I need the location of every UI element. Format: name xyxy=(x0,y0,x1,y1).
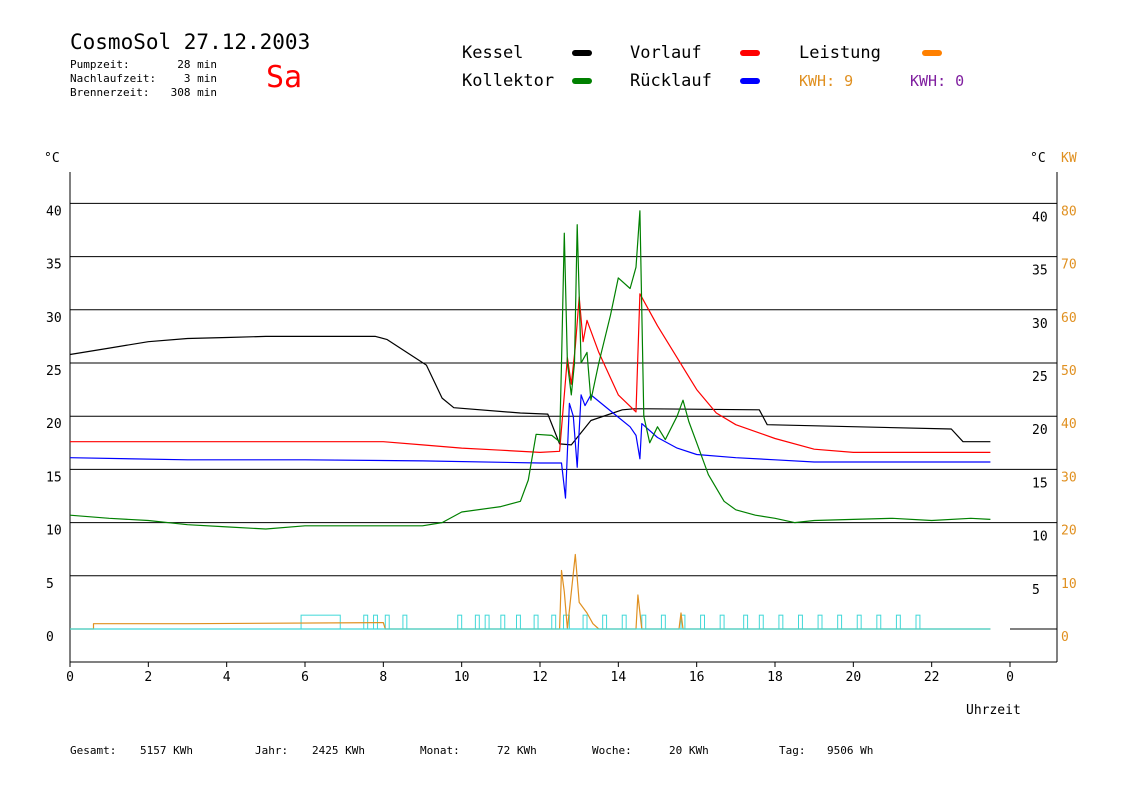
x-tick-label: 8 xyxy=(379,670,387,685)
x-tick-label: 22 xyxy=(924,670,940,685)
y-tick-right-celsius: 20 xyxy=(1032,423,1048,438)
y-tick-right-celsius: 5 xyxy=(1032,583,1040,598)
pump-period-marker xyxy=(363,614,369,630)
x-tick-label: 4 xyxy=(223,670,231,685)
x-tick-label: 6 xyxy=(301,670,309,685)
footer-week-value: 20 KWh xyxy=(669,744,709,757)
y-tick-right-kw: 70 xyxy=(1061,258,1077,273)
y-tick-left: 0 xyxy=(46,630,54,645)
temperature-chart: °C °C KW0510152025303540510152025303540010… xyxy=(44,151,1077,718)
pump-period-marker xyxy=(876,614,882,630)
x-tick-label: 16 xyxy=(689,670,705,685)
pump-period-marker xyxy=(384,614,390,630)
pump-period-marker xyxy=(641,614,647,630)
pump-period-marker xyxy=(895,614,901,630)
pump-period-marker xyxy=(533,614,539,630)
pump-period-marker xyxy=(758,614,764,630)
series-line-leistung xyxy=(70,553,991,630)
y-tick-right-kw: 20 xyxy=(1061,524,1077,539)
x-tick-label: 0 xyxy=(66,670,74,685)
pump-period-marker xyxy=(300,614,341,630)
y-tick-right-celsius: 30 xyxy=(1032,317,1048,332)
y-tick-left: 20 xyxy=(46,417,62,432)
pump-period-marker xyxy=(856,614,862,630)
pump-period-marker xyxy=(582,614,588,630)
y-unit-left: °C xyxy=(44,151,60,166)
pump-period-marker xyxy=(551,614,557,630)
y-tick-right-kw: 10 xyxy=(1061,577,1077,592)
y-tick-left: 30 xyxy=(46,311,62,326)
y-tick-right-kw: 60 xyxy=(1061,311,1077,326)
y-tick-left: 35 xyxy=(46,258,62,273)
footer-total-value: 5157 KWh xyxy=(140,744,193,757)
pump-period-marker xyxy=(516,614,521,630)
footer-year-label: Jahr: xyxy=(255,744,289,757)
x-tick-label: 0 xyxy=(1006,670,1014,685)
y-tick-left: 40 xyxy=(46,204,62,219)
y-unit-right-celsius: °C xyxy=(1030,151,1046,166)
pump-period-marker xyxy=(915,614,921,630)
x-axis-label: Uhrzeit xyxy=(966,703,1021,718)
pump-period-marker xyxy=(778,614,784,630)
pump-period-marker xyxy=(798,614,803,630)
series-line-kollektor xyxy=(69,210,991,530)
y-tick-right-celsius: 10 xyxy=(1032,530,1048,545)
y-tick-right-kw: 0 xyxy=(1061,630,1069,645)
series-line-vorlauf xyxy=(70,293,991,453)
pump-period-marker xyxy=(743,614,749,630)
pump-period-marker xyxy=(457,614,463,630)
footer-month-label: Monat: xyxy=(420,744,460,757)
pump-period-marker xyxy=(660,614,666,630)
x-tick-label: 10 xyxy=(454,670,470,685)
pump-period-marker xyxy=(402,614,408,630)
pump-period-marker xyxy=(484,614,490,630)
pump-period-marker xyxy=(837,614,843,630)
footer-week-label: Woche: xyxy=(592,744,632,757)
pump-period-marker xyxy=(700,614,705,630)
y-tick-right-celsius: 40 xyxy=(1032,210,1048,225)
y-unit-right-kw: KW xyxy=(1061,151,1077,166)
y-tick-left: 10 xyxy=(46,524,62,539)
x-tick-label: 2 xyxy=(144,670,152,685)
y-tick-right-kw: 30 xyxy=(1061,470,1077,485)
pump-period-marker xyxy=(719,614,725,630)
y-tick-left: 25 xyxy=(46,364,62,379)
y-tick-right-kw: 80 xyxy=(1061,204,1077,219)
x-tick-label: 18 xyxy=(767,670,783,685)
y-tick-left: 15 xyxy=(46,470,62,485)
x-tick-label: 12 xyxy=(532,670,548,685)
x-tick-label: 20 xyxy=(846,670,862,685)
pump-period-marker xyxy=(817,614,823,630)
footer-month-value: 72 KWh xyxy=(497,744,537,757)
series-line-rcklauf xyxy=(69,394,991,499)
y-tick-right-celsius: 15 xyxy=(1032,476,1048,491)
footer-day-value: 9506 Wh xyxy=(827,744,874,757)
pump-period-marker xyxy=(474,614,480,630)
y-tick-right-kw: 50 xyxy=(1061,364,1077,379)
x-tick-label: 14 xyxy=(611,670,627,685)
y-tick-right-kw: 40 xyxy=(1061,417,1077,432)
footer-total-label: Gesamt: xyxy=(70,744,117,757)
pump-period-marker xyxy=(500,614,506,630)
y-tick-left: 5 xyxy=(46,577,54,592)
footer-year-value: 2425 KWh xyxy=(312,744,365,757)
pump-period-marker xyxy=(621,614,627,630)
y-tick-right-celsius: 35 xyxy=(1032,264,1048,279)
pump-period-marker xyxy=(602,614,608,630)
y-tick-right-celsius: 25 xyxy=(1032,370,1048,385)
series-line-kessel xyxy=(69,335,991,446)
footer-day-label: Tag: xyxy=(779,744,806,757)
